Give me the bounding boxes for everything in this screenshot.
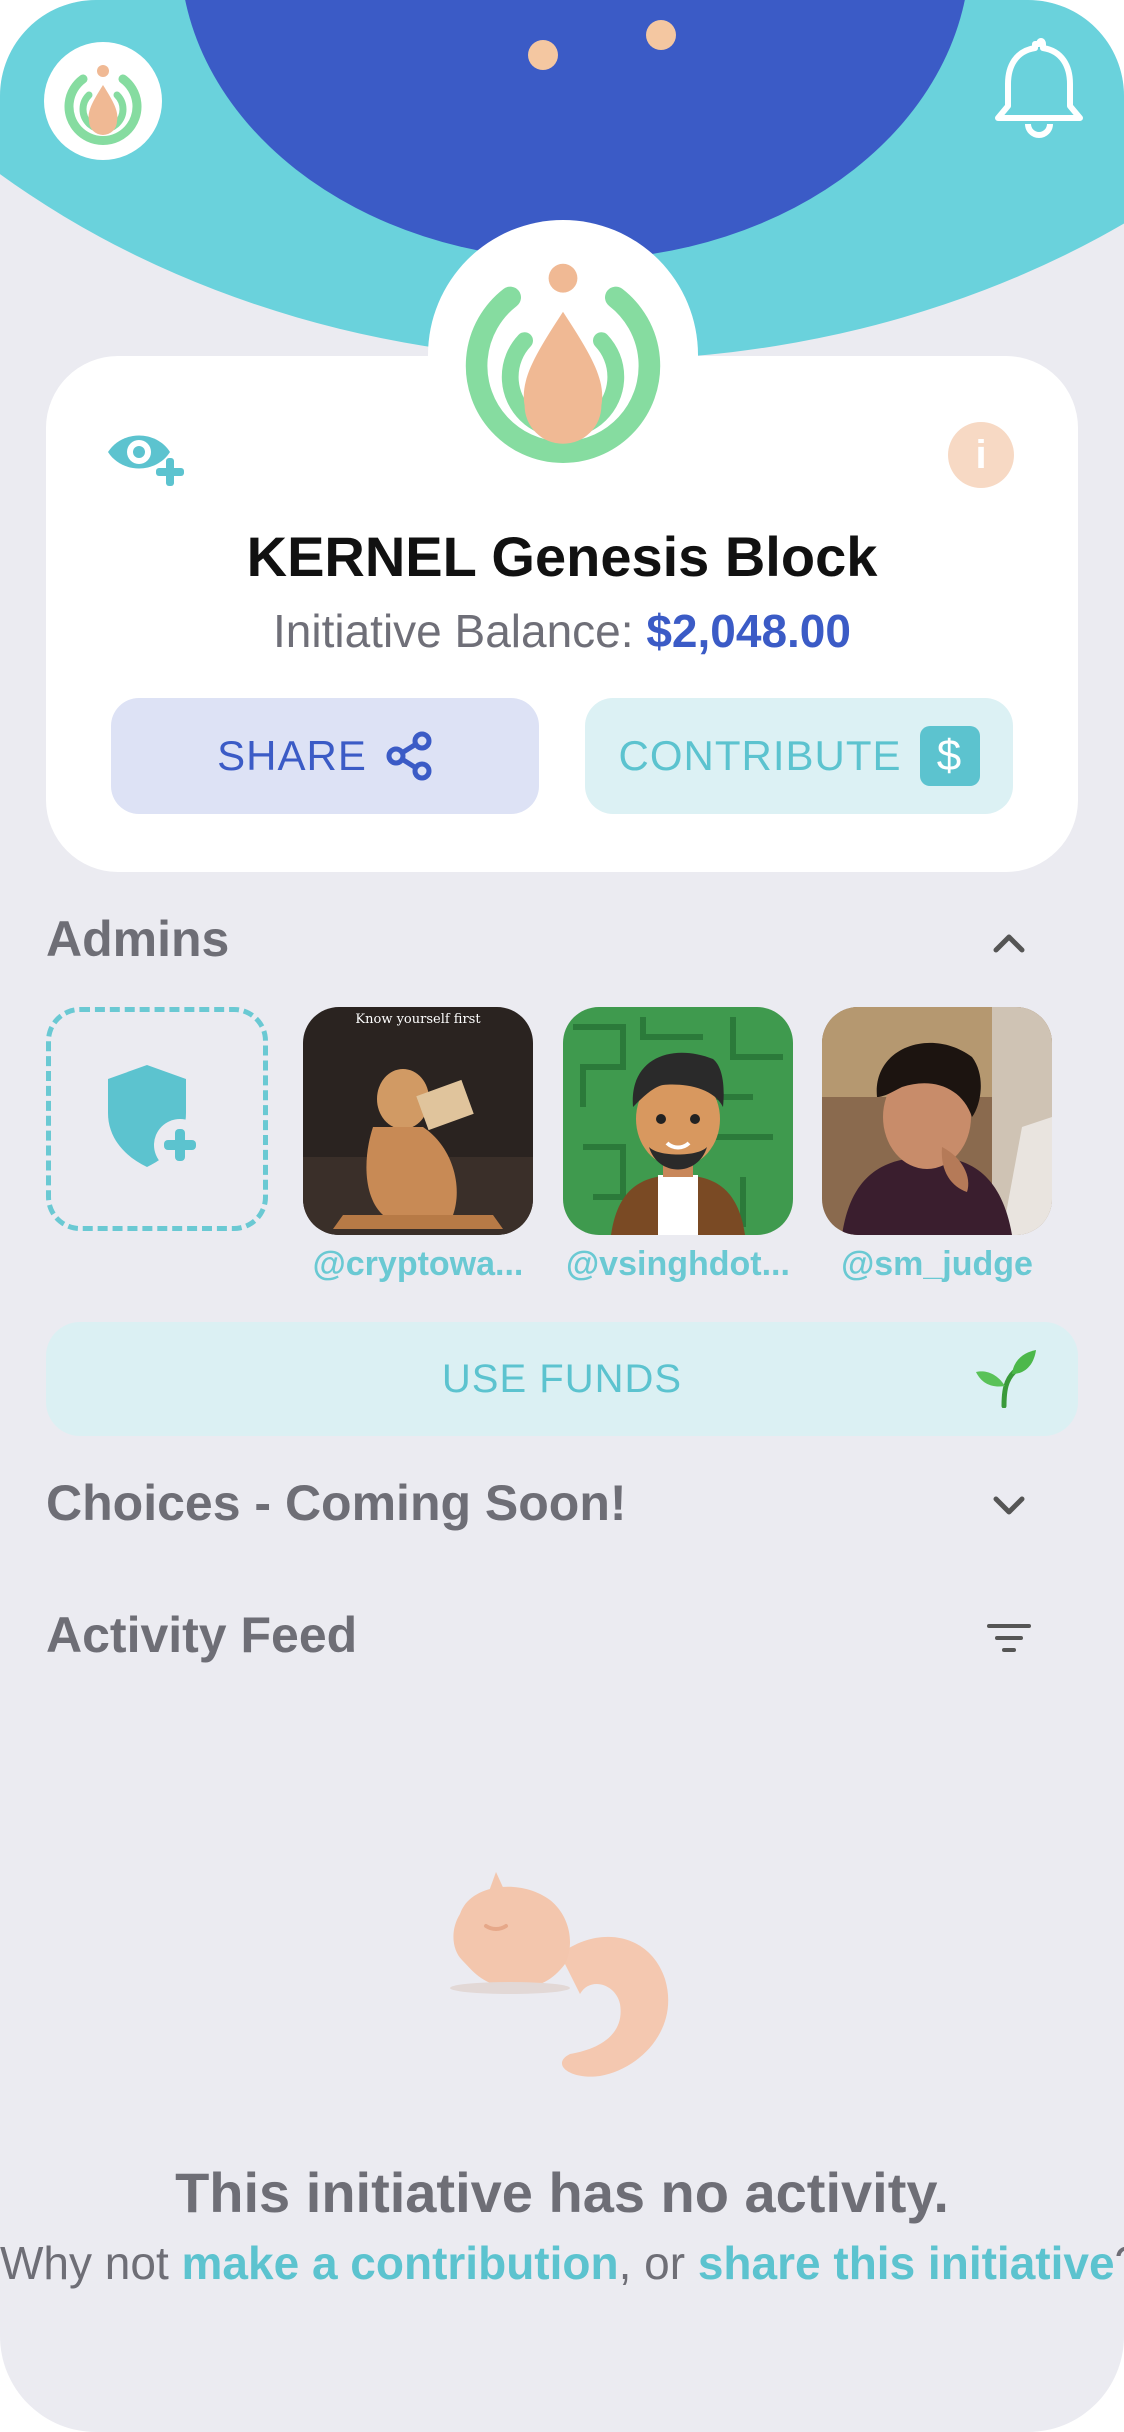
bell-icon[interactable]: [992, 36, 1086, 140]
watch-add-icon[interactable]: [104, 424, 188, 494]
empty-suffix: ?: [1115, 2237, 1124, 2289]
squirrel-icon: [450, 1872, 669, 2077]
header-dot: [646, 20, 676, 50]
initiative-title: KERNEL Genesis Block: [246, 525, 878, 588]
app-screen: i KERNEL Genesis Block Initiative Balanc…: [0, 0, 1124, 2432]
empty-mid: , or: [618, 2237, 698, 2289]
header-dot: [528, 40, 558, 70]
share-button[interactable]: SHARE: [111, 698, 539, 814]
contribute-label: CONTRIBUTE: [618, 732, 902, 779]
chevron-down-icon[interactable]: [984, 1486, 1034, 1526]
admins-title: Admins: [46, 911, 230, 967]
photo-caption: Know yourself first: [355, 1012, 481, 1027]
admin-avatar[interactable]: [822, 1007, 1052, 1235]
admin-handle[interactable]: @cryptowa...: [288, 1245, 548, 1284]
chevron-up-icon[interactable]: [984, 922, 1034, 962]
make-contribution-link[interactable]: make a contribution: [182, 2237, 619, 2289]
admin-handle[interactable]: @vsinghdot...: [548, 1245, 808, 1284]
activity-title: Activity Feed: [46, 1607, 358, 1663]
sprout-icon: [976, 1350, 1036, 1408]
use-funds-button[interactable]: USE FUNDS: [46, 1322, 1078, 1436]
admin-photo-person: [822, 1007, 1052, 1235]
empty-prefix: Why not: [0, 2237, 182, 2289]
empty-activity-text: Why not make a contribution, or share th…: [0, 2236, 1124, 2290]
admin-photo-sculpture: Know yourself first: [303, 1007, 533, 1235]
share-icon: [386, 731, 432, 781]
share-label: SHARE: [217, 732, 367, 779]
empty-activity-title: This initiative has no activity.: [175, 2161, 949, 2224]
filter-icon[interactable]: [984, 1618, 1034, 1658]
share-initiative-link[interactable]: share this initiative: [698, 2237, 1115, 2289]
admin-avatar[interactable]: Know yourself first: [303, 1007, 533, 1235]
add-admin-button[interactable]: [46, 1007, 268, 1231]
initiative-logo: [428, 220, 698, 490]
balance-value: $2,048.00: [646, 605, 851, 657]
balance-label: Initiative Balance:: [273, 605, 634, 657]
info-icon[interactable]: i: [948, 422, 1014, 488]
use-funds-label: USE FUNDS: [441, 1356, 683, 1401]
seed-logo-icon: [465, 263, 661, 463]
app-logo-button[interactable]: [44, 42, 162, 160]
admin-avatar[interactable]: [563, 1007, 793, 1235]
contribute-button[interactable]: CONTRIBUTE $: [585, 698, 1013, 814]
initiative-balance: Initiative Balance: $2,048.00: [46, 604, 1078, 658]
admin-photo-cartoon: [563, 1007, 793, 1235]
admin-handle[interactable]: @sm_judge: [807, 1245, 1067, 1284]
seed-logo-icon: [64, 65, 142, 145]
shield-add-icon: [108, 1065, 206, 1171]
choices-title: Choices - Coming Soon!: [46, 1475, 627, 1531]
dollar-icon: $: [919, 726, 980, 786]
